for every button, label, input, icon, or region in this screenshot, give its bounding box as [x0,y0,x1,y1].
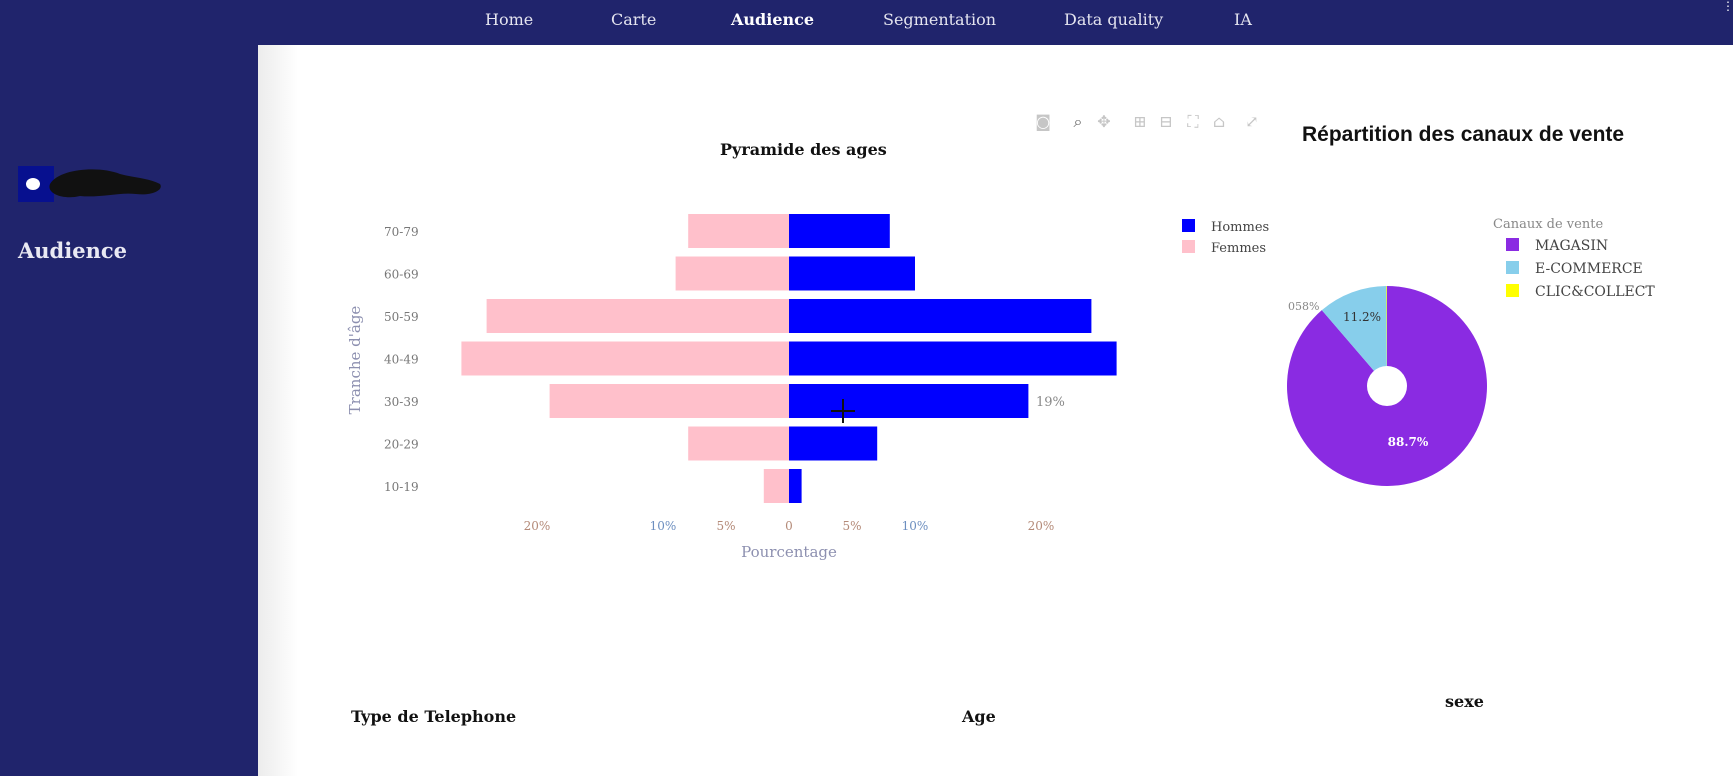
zoom-in-icon[interactable]: ⊞ [1130,112,1150,132]
zoom-icon[interactable]: ⌕ [1068,112,1088,132]
zoom-out-icon[interactable]: ⊟ [1156,112,1176,132]
pan-icon[interactable]: ✥ [1094,112,1114,132]
bar-femmes-40-49[interactable] [461,341,789,376]
nav-segmentation[interactable]: Segmentation [883,10,996,29]
bar-femmes-10-19[interactable] [763,469,789,503]
bar-hommes-30-39[interactable] [789,384,1029,418]
redacted-logo-text [49,169,161,198]
sidebar: Audience [0,0,258,776]
legend-label-magasin[interactable]: MAGASIN [1535,238,1608,254]
pyramid-x-axis-label: Pourcentage [741,543,837,561]
y-tick-label: 50-59 [384,310,419,324]
bar-hommes-70-79[interactable] [789,214,890,248]
bar-femmes-60-69[interactable] [675,256,789,291]
fullscreen-icon[interactable]: ⤢ [1242,112,1262,132]
bar-hommes-50-59[interactable] [789,299,1092,333]
bar-femmes-70-79[interactable] [688,214,789,248]
nav-data-quality[interactable]: Data quality [1064,10,1163,29]
y-tick-label: 30-39 [384,395,419,409]
bar-value-label: 19% [1036,395,1065,410]
pie-hole [1367,366,1407,406]
y-tick-label: 70-79 [384,225,419,239]
sidebar-section-title: Audience [18,238,127,263]
pyramid-title: Pyramide des ages [720,140,887,159]
x-tick-label: 10% [902,519,929,533]
legend-swatch-hommes [1182,219,1195,232]
pie-slice-clic-collect[interactable] [1386,286,1387,386]
pie-slice-magasin[interactable] [1287,286,1487,486]
legend-swatch-ecommerce [1506,261,1519,274]
section-sexe: sexe [1445,692,1484,711]
y-tick-label: 60-69 [384,268,419,282]
legend-label-femmes[interactable]: Femmes [1211,241,1266,256]
section-age: Age [962,707,996,726]
section-type-telephone: Type de Telephone [351,707,517,726]
x-tick-label: 20% [1028,519,1055,533]
x-tick-label: 5% [842,519,861,533]
legend-swatch-magasin [1506,238,1519,251]
x-tick-label: 10% [650,519,677,533]
pyramid-y-axis-label: Tranche d'âge [346,306,364,415]
nav-home[interactable]: Home [485,10,533,29]
x-tick-label: 0 [785,519,793,533]
y-tick-label: 10-19 [384,480,419,494]
content-edge-shadow [258,45,298,776]
x-tick-label: 20% [524,519,551,533]
logo-dot [26,178,40,190]
chart-modebar: ◙ ⌕ ✥ ⊞ ⊟ ⛶ ⌂ ⤢ [1033,112,1263,134]
legend-label-ecommerce[interactable]: E-COMMERCE [1535,261,1643,277]
bar-hommes-10-19[interactable] [789,469,802,503]
bar-femmes-20-29[interactable] [688,426,789,461]
pie-slice-e-commerce[interactable] [1321,286,1387,386]
pie-legend-title: Canaux de vente [1493,217,1603,232]
y-tick-label: 40-49 [384,353,419,367]
x-tick-label: 5% [716,519,735,533]
bar-femmes-50-59[interactable] [486,299,789,333]
home-icon[interactable]: ⌂ [1209,112,1229,132]
bar-hommes-60-69[interactable] [789,256,915,291]
crosshair-cursor-icon [831,399,855,423]
nav-ia[interactable]: IA [1234,10,1252,29]
autoscale-icon[interactable]: ⛶ [1183,112,1203,132]
bar-femmes-30-39[interactable] [549,384,789,418]
brand-logo [18,166,168,206]
legend-label-hommes[interactable]: Hommes [1211,220,1269,235]
legend-swatch-femmes [1182,240,1195,253]
y-tick-label: 20-29 [384,438,419,452]
more-options-icon[interactable]: ⋮ [1722,0,1733,12]
pie-label-ecommerce: 11.2% [1343,310,1381,324]
top-navigation: Home Carte Audience Segmentation Data qu… [258,0,1733,45]
pie-title: Répartition des canaux de vente [1302,123,1625,146]
camera-icon[interactable]: ◙ [1033,112,1053,132]
nav-carte[interactable]: Carte [611,10,656,29]
legend-label-clic-collect[interactable]: CLIC&COLLECT [1535,284,1655,300]
pie-label-clic-collect: 058% [1288,300,1319,313]
pie-label-magasin: 88.7% [1388,435,1429,449]
bar-hommes-40-49[interactable] [789,341,1117,376]
nav-audience[interactable]: Audience [731,10,814,29]
bar-hommes-20-29[interactable] [789,426,878,461]
legend-swatch-clic-collect [1506,284,1519,297]
